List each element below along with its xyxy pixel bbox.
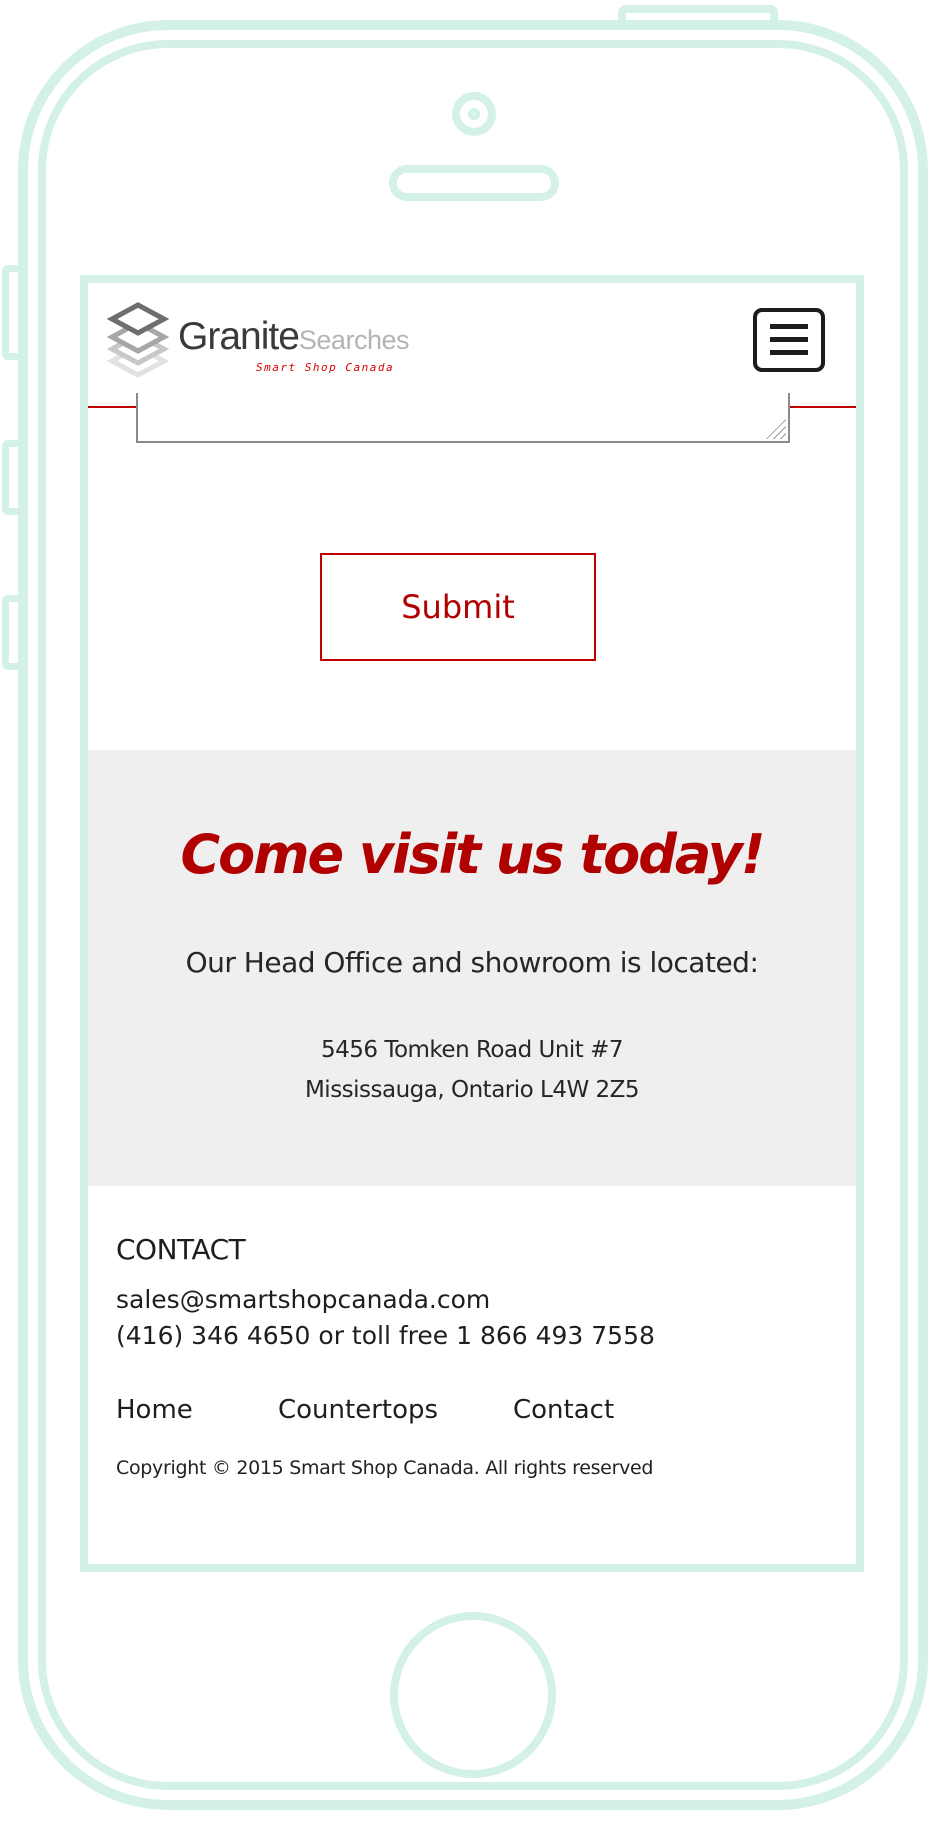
copyright-text: Copyright © 2015 Smart Shop Canada. All …: [116, 1457, 654, 1479]
submit-button[interactable]: Submit: [320, 553, 596, 661]
visit-title: Come visit us today!: [180, 823, 766, 886]
stacked-layers-icon: [106, 302, 170, 378]
message-textarea[interactable]: [136, 393, 790, 443]
address-line-1: 5456 Tomken Road Unit #7: [320, 1037, 624, 1063]
logo-tagline: Smart Shop Canada: [256, 361, 395, 374]
phone-screen: GraniteSearches Smart Shop Canada Submit…: [80, 275, 864, 1572]
phone-home-button: [390, 1612, 556, 1778]
logo-brand-main: Granite: [178, 315, 300, 358]
address-line-2: Mississauga, Ontario L4W 2Z5: [304, 1077, 640, 1103]
contact-email-link[interactable]: sales@smartshopcanada.com: [116, 1285, 490, 1314]
phone-speaker: [389, 165, 559, 201]
logo-wordmark: GraniteSearches: [178, 315, 409, 359]
hamburger-menu-icon: [770, 324, 808, 329]
hamburger-menu-icon-bar: [770, 350, 808, 355]
footer-nav-contact[interactable]: Contact: [513, 1395, 614, 1425]
phone-camera: [452, 92, 496, 136]
contact-phone: (416) 346 4650 or toll free 1 866 493 75…: [116, 1321, 655, 1350]
phone-mockup: GraniteSearches Smart Shop Canada Submit…: [0, 0, 935, 1830]
site-header: GraniteSearches Smart Shop Canada: [88, 283, 856, 408]
resize-grip-icon[interactable]: [766, 419, 786, 439]
visit-section: Come visit us today! Our Head Office and…: [88, 750, 856, 1186]
visit-subtitle: Our Head Office and showroom is located:: [185, 946, 759, 979]
footer-nav-countertops[interactable]: Countertops: [278, 1395, 438, 1425]
hamburger-menu-icon-bar: [770, 337, 808, 342]
visit-address: 5456 Tomken Road Unit #7 Mississauga, On…: [88, 1030, 856, 1110]
footer-nav-home[interactable]: Home: [116, 1395, 193, 1425]
contact-heading: CONTACT: [116, 1233, 246, 1266]
hamburger-menu-button[interactable]: [753, 308, 825, 372]
logo-brand-secondary: Searches: [298, 325, 410, 355]
site-logo[interactable]: GraniteSearches Smart Shop Canada: [106, 297, 409, 387]
